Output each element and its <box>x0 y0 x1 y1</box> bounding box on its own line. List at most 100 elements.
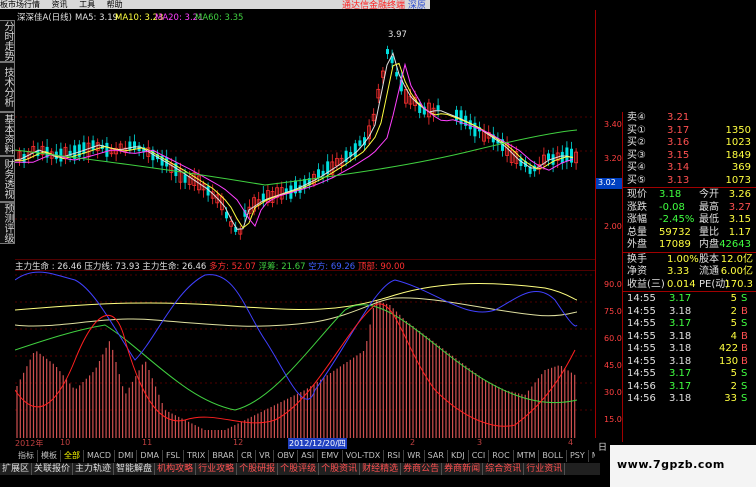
bottom-tab[interactable]: 个股研报 <box>237 463 279 475</box>
ind-label-b: 压力线: 73.93 <box>84 262 140 270</box>
level-volume: 369 <box>731 162 751 173</box>
tab-fundamentals[interactable]: 基本资料 <box>0 112 15 156</box>
tick-row: 14:55 3.17 5 S <box>627 318 748 329</box>
indicator-tab[interactable]: CCI <box>469 450 490 462</box>
selected-date[interactable]: 2012/12/20/四 <box>288 438 347 449</box>
indicator-tab[interactable]: EMV <box>318 450 343 462</box>
indicator-tab[interactable]: 全部 <box>61 450 84 462</box>
bottom-tab[interactable]: 行业攻略 <box>196 463 238 475</box>
indicator-tab[interactable]: ASI <box>298 450 319 462</box>
indicator-tab[interactable]: TRIX <box>184 450 210 462</box>
tab-intraday[interactable]: 分时走势 <box>0 20 15 62</box>
order-book-row: 买② 3.16 1023 <box>623 137 756 150</box>
level-label: 买⑤ <box>627 174 646 186</box>
indicator-tab[interactable]: VR <box>256 450 275 462</box>
indicator-tab[interactable]: DMI <box>115 450 138 462</box>
stat-row: 外盘 17089 内盘 42643 <box>627 239 751 250</box>
date-m3: 12 <box>233 438 244 447</box>
ind-label-e: 浮筹: 21.67 <box>258 262 306 270</box>
bottom-tab[interactable]: 券商公告 <box>401 463 443 475</box>
menu-item-help[interactable]: 帮助 <box>107 0 123 9</box>
quote-panel: 卖④ 3.21 买① 3.17 1350 买② 3.16 1023 买③ 3.15 1849 买④ 3.… <box>622 112 756 442</box>
date-m2: 11 <box>142 438 153 447</box>
indicator-tab[interactable]: CR <box>238 450 257 462</box>
candle-body <box>547 153 550 160</box>
stat-row: 涨跌 -0.08 最高 3.27 <box>627 201 751 213</box>
indicator-tab[interactable]: 模板 <box>38 450 61 462</box>
tab-financials[interactable]: 财务透视 <box>0 156 15 202</box>
date-m6: 4 <box>568 438 574 447</box>
level-label: 买④ <box>627 162 646 173</box>
bottom-tab[interactable]: 券商新闻 <box>442 463 484 475</box>
indicator-tab[interactable]: DMA <box>137 450 163 462</box>
stat-row: 现价 3.18 今开 3.26 <box>627 189 751 200</box>
bottom-tab[interactable]: 主力轨迹 <box>73 463 115 475</box>
indicator-tab[interactable]: VOL-TDX <box>343 450 385 462</box>
indicator-tab[interactable]: WR <box>404 450 425 462</box>
tick-row: 14:55 3.18 2 B <box>627 305 748 317</box>
order-book-row: 卖④ 3.21 <box>623 112 756 125</box>
yellow-line <box>15 283 578 311</box>
level-label: 买② <box>627 137 646 148</box>
candle-body <box>353 143 357 157</box>
bottom-tab[interactable]: 关联报价 <box>32 463 74 475</box>
bottom-tab[interactable]: 综合资讯 <box>483 463 525 475</box>
tick-row: 14:55 3.18 130 B <box>627 355 748 367</box>
tick-row: 14:55 3.17 5 S <box>627 368 748 379</box>
indicator-tab[interactable]: BRAR <box>209 450 239 462</box>
indicator-tab[interactable]: MACD <box>84 450 115 462</box>
indicator-tab-bar: 指标 模板 全部 MACD DMI DMA FSL TRIX BRAR CR VR OBV ASI EMV… <box>15 450 595 462</box>
bottom-tab[interactable]: 行业资讯 <box>524 463 566 475</box>
ma5-label: MA5: 3.19 <box>75 13 118 23</box>
indicator-tab[interactable]: ROC <box>489 450 514 462</box>
indicator-tab[interactable]: OBV <box>274 450 299 462</box>
indicator-tab[interactable]: PSY <box>567 450 589 462</box>
ma60-label: MA60: 3.35 <box>195 13 243 23</box>
candle-body <box>358 140 362 146</box>
ma10-line <box>15 62 574 229</box>
indicator-tab[interactable]: MCST <box>589 450 595 462</box>
bottom-tab[interactable]: 扩展区 <box>0 463 33 475</box>
level-price: 3.15 <box>667 149 690 161</box>
indicator-tab[interactable]: 指标 <box>15 450 38 462</box>
menu-item-market[interactable]: 板市场行情 <box>0 0 40 9</box>
indicator-tab[interactable]: MTM <box>514 450 540 462</box>
bottom-tab[interactable]: 个股资讯 <box>319 463 361 475</box>
bottom-tab[interactable]: 个股评级 <box>278 463 320 475</box>
candle-body <box>82 142 86 154</box>
candlestick-chart[interactable]: 深深佳A(日线) MA5: 3.19 MA10: 3.23 MA20: 3.21… <box>15 10 595 260</box>
ind-label-a: 主力生命 : 26.46 <box>15 262 82 270</box>
level-price: 3.14 <box>667 162 690 173</box>
candle-body <box>59 148 63 162</box>
tab-forecast[interactable]: 预测评级 <box>0 202 15 244</box>
candle-body <box>395 72 399 77</box>
candle-body <box>551 154 555 165</box>
indicator-tab[interactable]: FSL <box>163 450 184 462</box>
indicator-tab[interactable]: SAR <box>425 450 448 462</box>
candles <box>17 45 578 240</box>
candle-body <box>128 141 132 151</box>
axis-label-320: 3.20 <box>604 154 622 163</box>
axis-label-340: 3.40 <box>604 120 622 129</box>
tab-technical[interactable]: 技术分析 <box>0 62 15 112</box>
menu-item-tools[interactable]: 工具 <box>79 0 95 9</box>
bottom-tab[interactable]: 财经精选 <box>360 463 402 475</box>
candle-body <box>183 174 187 183</box>
candle-body <box>317 169 320 179</box>
stat-row: 总量 59732 量比 1.17 <box>627 226 751 238</box>
menu-item-info[interactable]: 资讯 <box>52 0 68 9</box>
bottom-tab[interactable]: 机构攻略 <box>155 463 197 475</box>
indicator-tab[interactable]: KDJ <box>448 450 469 462</box>
bottom-tab[interactable]: 智能解盘 <box>114 463 156 475</box>
watermark-text: www.7gpzb.com <box>617 458 725 471</box>
stat-row: 收益(三) 0.014 PE(动) 170.3 <box>627 278 753 290</box>
date-m1: 10 <box>60 438 71 447</box>
date-axis: 2012年 10 11 12 2012/12/20/四 2 3 4 <box>15 438 595 449</box>
candle-body <box>436 105 440 111</box>
order-book-row: 买⑤ 3.13 1073 <box>623 175 756 188</box>
high-annotation: 3.97 <box>388 30 407 40</box>
indicator-tab[interactable]: BOLL <box>539 450 567 462</box>
indicator-tab[interactable]: RSI <box>384 450 405 462</box>
indicator-chart[interactable] <box>15 270 595 438</box>
tick-row: 14:55 3.18 422 B <box>627 343 748 354</box>
